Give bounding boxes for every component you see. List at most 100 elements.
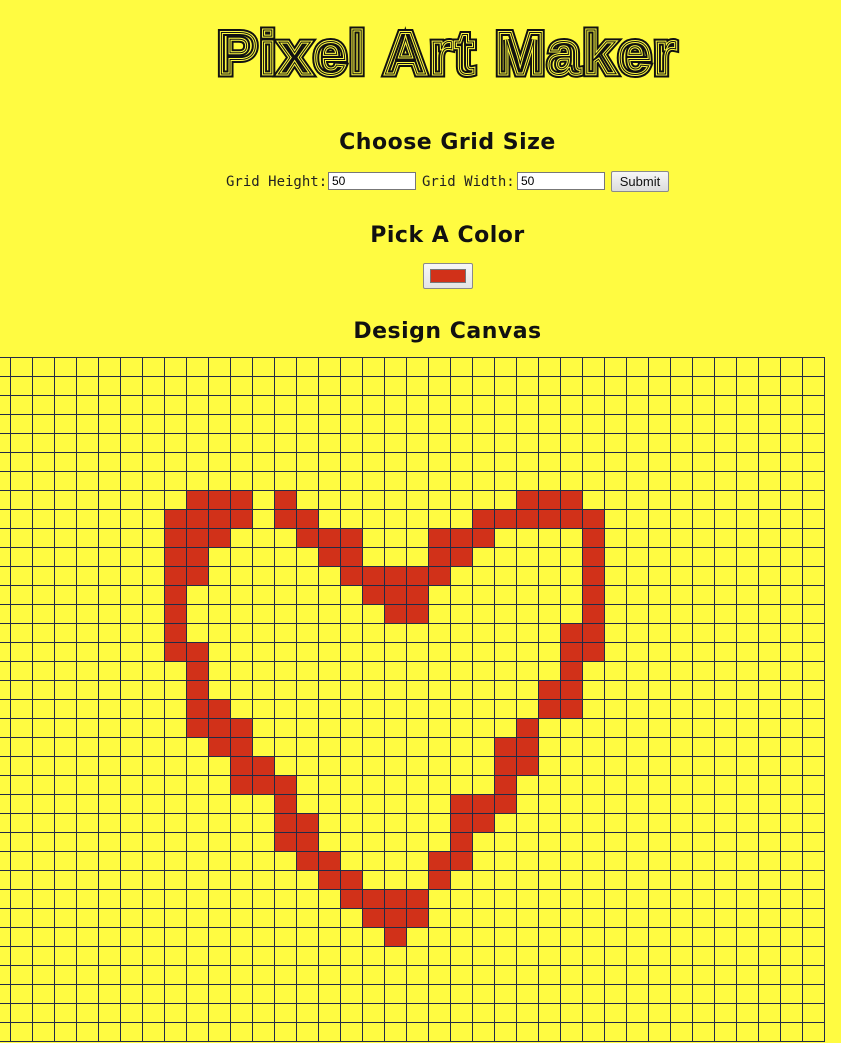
canvas-cell[interactable] [692,490,715,510]
canvas-cell[interactable] [538,509,561,529]
canvas-cell[interactable] [406,794,429,814]
canvas-cell[interactable] [626,357,649,377]
canvas-cell[interactable] [538,642,561,662]
canvas-cell[interactable] [626,661,649,681]
canvas-cell[interactable] [120,965,143,985]
canvas-cell[interactable] [692,395,715,415]
canvas-cell[interactable] [472,870,495,890]
canvas-cell[interactable] [76,376,99,396]
canvas-cell[interactable] [450,775,473,795]
canvas-cell[interactable] [296,1003,319,1023]
canvas-cell[interactable] [494,528,517,548]
canvas-cell[interactable] [384,756,407,776]
canvas-cell[interactable] [164,1022,187,1042]
canvas-cell[interactable] [648,357,671,377]
canvas-cell[interactable] [802,604,825,624]
canvas-cell[interactable] [736,680,759,700]
canvas-cell[interactable] [32,794,55,814]
canvas-cell[interactable] [450,870,473,890]
canvas-cell[interactable] [252,984,275,1004]
canvas-cell[interactable] [10,813,33,833]
canvas-cell[interactable] [516,452,539,472]
canvas-cell[interactable] [230,471,253,491]
canvas-cell[interactable] [186,908,209,928]
canvas-cell[interactable] [340,528,363,548]
canvas-cell[interactable] [296,889,319,909]
canvas-cell[interactable] [758,642,781,662]
canvas-cell[interactable] [626,718,649,738]
canvas-cell[interactable] [10,623,33,643]
canvas-cell[interactable] [362,832,385,852]
canvas-cell[interactable] [32,528,55,548]
canvas-cell[interactable] [736,566,759,586]
canvas-cell[interactable] [318,433,341,453]
canvas-cell[interactable] [208,775,231,795]
canvas-cell[interactable] [714,357,737,377]
canvas-cell[interactable] [186,528,209,548]
canvas-cell[interactable] [318,680,341,700]
canvas-cell[interactable] [582,528,605,548]
canvas-cell[interactable] [406,1022,429,1042]
canvas-cell[interactable] [32,908,55,928]
canvas-cell[interactable] [494,376,517,396]
canvas-cell[interactable] [802,927,825,947]
canvas-cell[interactable] [76,908,99,928]
canvas-cell[interactable] [230,984,253,1004]
canvas-cell[interactable] [626,566,649,586]
canvas-cell[interactable] [758,395,781,415]
canvas-cell[interactable] [32,604,55,624]
canvas-cell[interactable] [252,794,275,814]
canvas-cell[interactable] [516,813,539,833]
canvas-cell[interactable] [274,889,297,909]
canvas-cell[interactable] [296,718,319,738]
canvas-cell[interactable] [604,376,627,396]
canvas-cell[interactable] [384,794,407,814]
canvas-cell[interactable] [780,756,803,776]
canvas-cell[interactable] [186,851,209,871]
canvas-cell[interactable] [670,604,693,624]
canvas-cell[interactable] [252,1022,275,1042]
canvas-cell[interactable] [164,813,187,833]
canvas-cell[interactable] [538,433,561,453]
canvas-cell[interactable] [208,357,231,377]
canvas-cell[interactable] [780,794,803,814]
canvas-cell[interactable] [472,680,495,700]
canvas-cell[interactable] [648,813,671,833]
canvas-cell[interactable] [76,490,99,510]
canvas-cell[interactable] [340,604,363,624]
canvas-cell[interactable] [560,870,583,890]
canvas-cell[interactable] [780,357,803,377]
canvas-cell[interactable] [604,946,627,966]
canvas-cell[interactable] [208,547,231,567]
canvas-cell[interactable] [582,965,605,985]
canvas-cell[interactable] [54,927,77,947]
canvas-cell[interactable] [340,547,363,567]
canvas-cell[interactable] [98,566,121,586]
canvas-cell[interactable] [142,395,165,415]
canvas-cell[interactable] [428,642,451,662]
canvas-cell[interactable] [384,433,407,453]
canvas-cell[interactable] [76,889,99,909]
canvas-cell[interactable] [384,984,407,1004]
canvas-cell[interactable] [802,528,825,548]
canvas-cell[interactable] [142,927,165,947]
canvas-cell[interactable] [736,737,759,757]
canvas-cell[interactable] [428,357,451,377]
canvas-cell[interactable] [428,376,451,396]
canvas-cell[interactable] [54,680,77,700]
canvas-cell[interactable] [54,623,77,643]
canvas-cell[interactable] [296,908,319,928]
canvas-cell[interactable] [604,452,627,472]
canvas-cell[interactable] [384,490,407,510]
canvas-cell[interactable] [648,756,671,776]
canvas-cell[interactable] [560,889,583,909]
canvas-cell[interactable] [648,851,671,871]
canvas-cell[interactable] [736,452,759,472]
canvas-cell[interactable] [538,851,561,871]
canvas-cell[interactable] [736,870,759,890]
canvas-cell[interactable] [340,775,363,795]
canvas-cell[interactable] [582,623,605,643]
canvas-cell[interactable] [120,946,143,966]
canvas-cell[interactable] [648,1022,671,1042]
canvas-cell[interactable] [582,661,605,681]
